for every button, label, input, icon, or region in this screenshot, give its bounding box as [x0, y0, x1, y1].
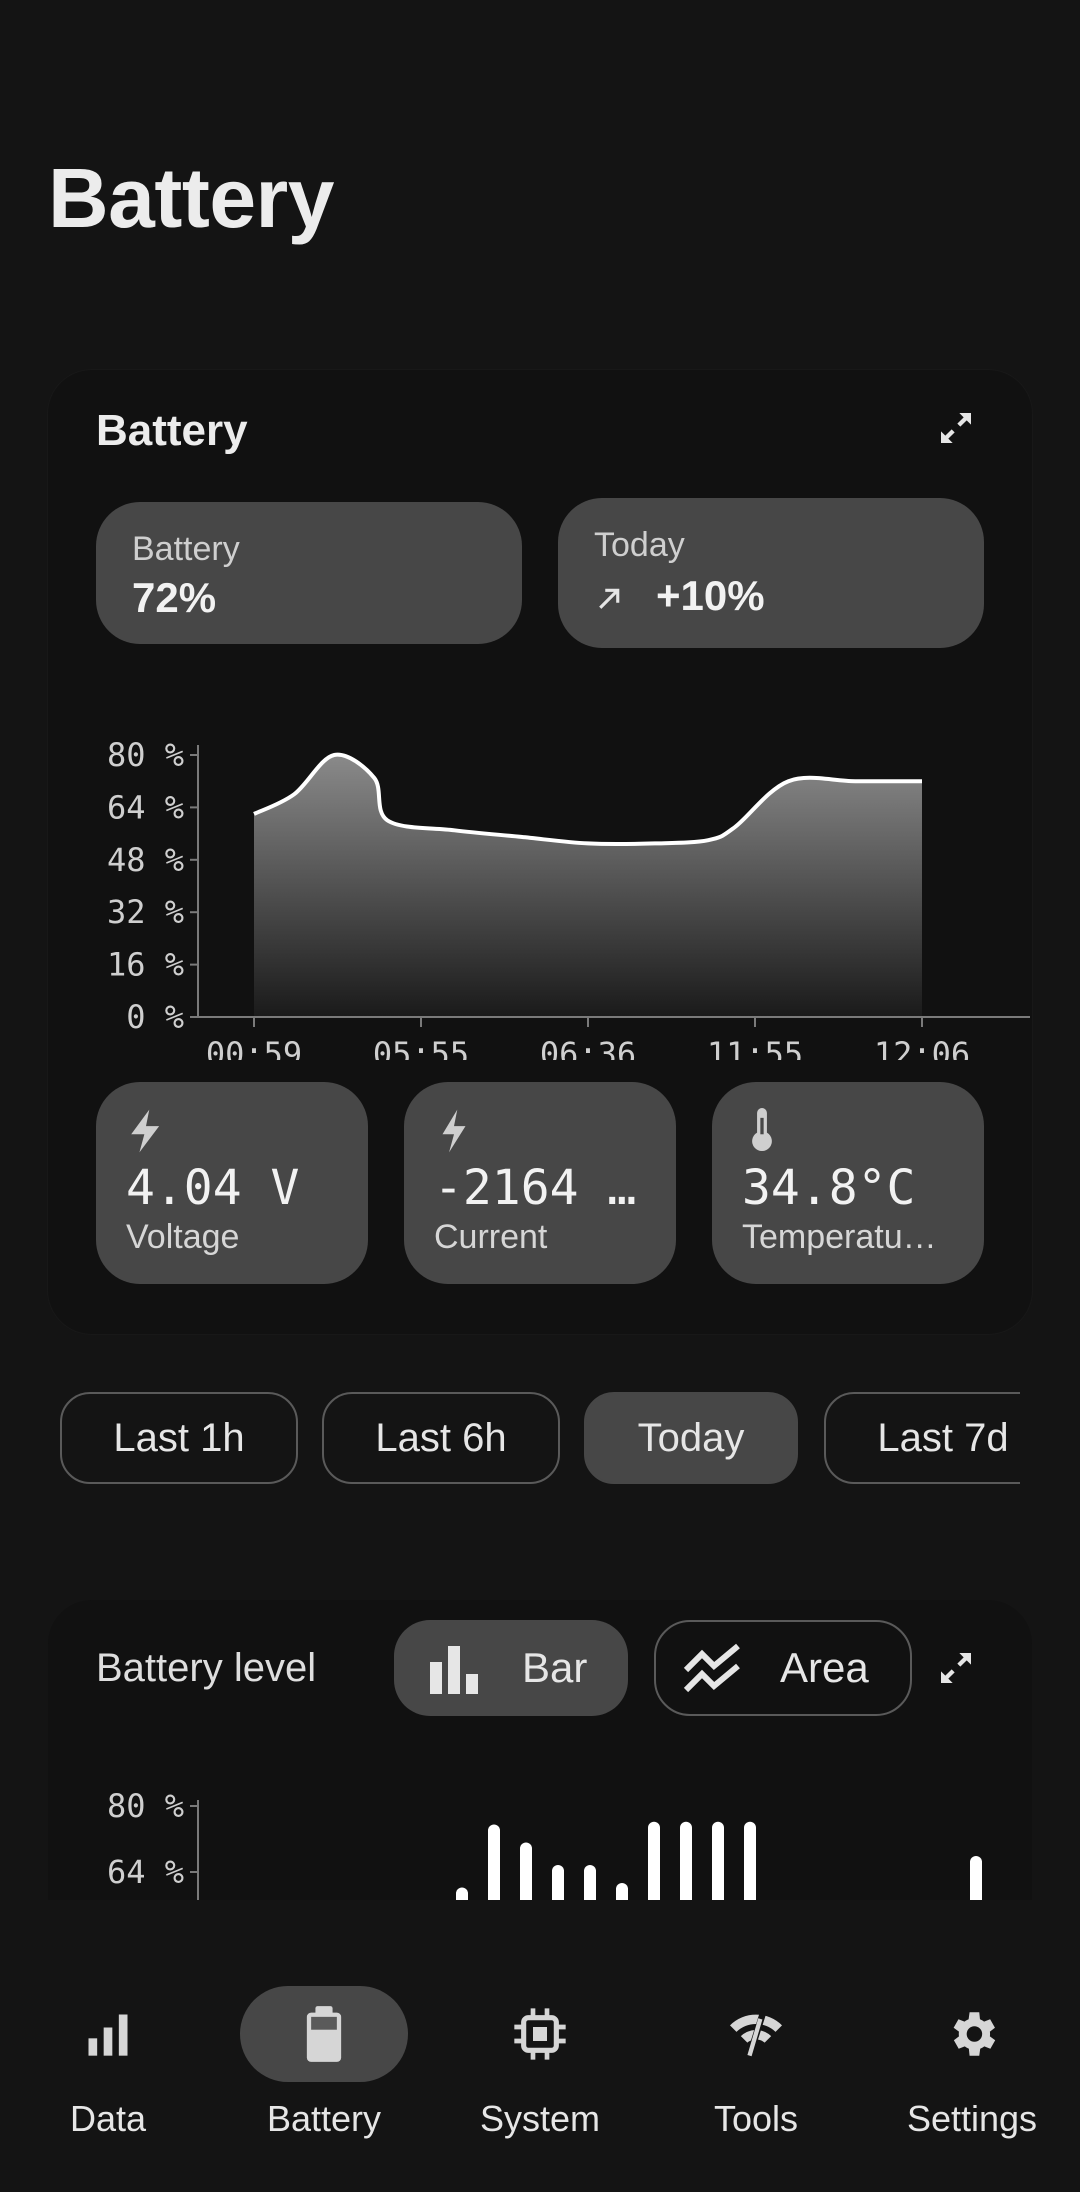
bar-toggle-label: Bar: [522, 1644, 588, 1691]
expand-icon: [941, 1653, 971, 1683]
range-chip-last-7d[interactable]: Last 7d: [824, 1392, 1020, 1484]
thermometer-icon: [752, 1108, 772, 1152]
y-tick-label: 80 %: [107, 1790, 184, 1825]
nav-item-tools[interactable]: Tools: [648, 1986, 864, 2146]
today-change-value: +10%: [656, 572, 765, 619]
battery-level-card: Battery level Bar Area 80 % 64 %: [48, 1600, 1032, 1900]
area-toggle-button[interactable]: Area: [654, 1620, 912, 1716]
bar: [520, 1842, 532, 1900]
bar: [744, 1821, 756, 1900]
battery-history-chart: 80 % 64 % 48 % 32 % 16 % 0 % 00:59 05:55 06:36 11…: [107, 736, 1030, 1060]
temperature-value: 34.8°C: [742, 1160, 916, 1216]
y-tick-label: 16 %: [107, 946, 184, 984]
battery-level-bar-chart: 80 % 64 %: [107, 1790, 982, 1900]
nav-icon-container: [672, 1986, 840, 2082]
bolt-icon: [131, 1109, 160, 1153]
x-tick-label: 11:55: [707, 1035, 803, 1060]
bar-chart-icon: [430, 1646, 478, 1694]
y-tick-label: 64 %: [107, 1853, 184, 1891]
nav-icon-container: [240, 1986, 408, 2082]
nav-icon-container: [456, 1986, 624, 2082]
bar-chart-icon: [88, 2014, 128, 2056]
battery-level-title: Battery level: [96, 1646, 317, 1690]
y-tick-label: 0 %: [126, 998, 184, 1036]
battery-icon: [306, 2006, 342, 2062]
current-value: -2164 …: [434, 1160, 637, 1216]
y-tick-label: 48 %: [107, 841, 184, 879]
current-stat: -2164 … Current: [404, 1082, 676, 1284]
nav-label-data: Data: [69, 2098, 147, 2139]
voltage-value: 4.04 V: [126, 1160, 300, 1216]
battery-level-value: 72%: [132, 574, 217, 621]
page-title: Battery: [48, 151, 334, 245]
voltage-label: Voltage: [126, 1218, 240, 1256]
bar: [712, 1821, 724, 1900]
tools-icon: [730, 2013, 782, 2057]
nav-label-battery: Battery: [266, 2098, 382, 2139]
nav-label-system: System: [479, 2098, 601, 2139]
trend-up-icon: [599, 588, 620, 609]
nav-item-data[interactable]: Data: [0, 1986, 216, 2146]
bar: [456, 1887, 468, 1900]
temperature-stat: 34.8°C Temperatu…: [712, 1082, 984, 1284]
area-chart-icon: [683, 1643, 740, 1693]
expand-button[interactable]: [928, 1640, 984, 1696]
current-label: Current: [434, 1218, 548, 1256]
chip-icon: [514, 2008, 566, 2060]
card-title: Battery: [96, 406, 248, 455]
bar: [648, 1821, 660, 1900]
x-tick-label: 00:59: [206, 1035, 302, 1060]
bar: [584, 1865, 596, 1900]
x-tick-label: 12:06: [874, 1035, 970, 1060]
bar: [488, 1824, 500, 1900]
range-chip-today[interactable]: Today: [584, 1392, 798, 1484]
y-tick-label: 64 %: [107, 788, 184, 826]
nav-item-system[interactable]: System: [432, 1986, 648, 2146]
voltage-stat: 4.04 V Voltage: [96, 1082, 368, 1284]
nav-item-battery[interactable]: Battery: [216, 1986, 432, 2146]
nav-label-settings: Settings: [906, 2098, 1038, 2139]
chart-area-fill: [254, 754, 922, 1017]
bar: [552, 1865, 564, 1900]
nav-label-tools: Tools: [713, 2098, 799, 2139]
area-toggle-label: Area: [780, 1644, 869, 1691]
battery-card: Battery Battery 72% Today +10% 80 % 64 % 4…: [48, 370, 1032, 1334]
x-tick-label: 05:55: [373, 1035, 469, 1060]
battery-level-pill: Battery 72%: [96, 502, 522, 644]
gear-icon: [953, 2012, 996, 2056]
nav-item-settings[interactable]: Settings: [864, 1986, 1080, 2146]
bar-toggle-button[interactable]: Bar: [394, 1620, 628, 1716]
y-tick-label: 80 %: [107, 736, 184, 774]
range-chip-last-1h[interactable]: Last 1h: [60, 1392, 298, 1484]
bar: [680, 1821, 692, 1900]
bar: [970, 1856, 982, 1900]
today-label: Today: [594, 526, 685, 564]
y-tick-label: 32 %: [107, 893, 184, 931]
temperature-label: Temperatu…: [742, 1218, 937, 1256]
bottom-navigation: Data Battery System Tools Settings: [0, 1906, 1080, 2192]
range-chip-last-6h[interactable]: Last 6h: [322, 1392, 560, 1484]
time-range-selector: Last 1h Last 6h Today Last 7d: [60, 1392, 1020, 1488]
expand-icon: [941, 413, 971, 443]
today-change-pill: Today +10%: [558, 498, 984, 648]
battery-level-label: Battery: [132, 530, 240, 568]
nav-icon-container: [24, 1986, 192, 2082]
bar: [616, 1883, 628, 1900]
expand-button[interactable]: [928, 400, 984, 456]
nav-icon-container: [888, 1986, 1056, 2082]
bolt-icon: [442, 1109, 466, 1153]
x-tick-label: 06:36: [540, 1035, 636, 1060]
